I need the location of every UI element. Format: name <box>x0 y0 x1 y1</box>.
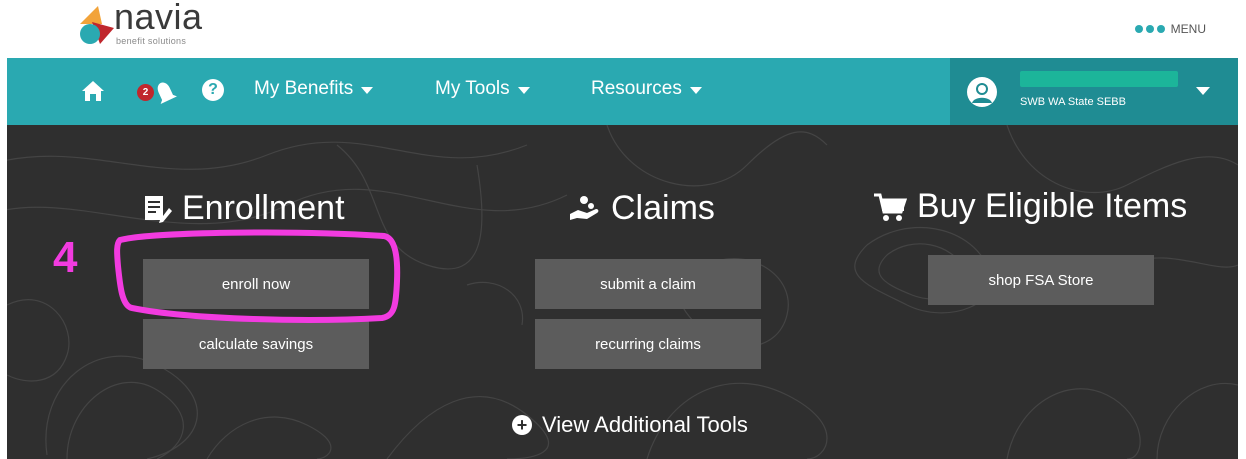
plus-circle-icon: + <box>512 415 532 435</box>
document-icon <box>145 195 172 223</box>
navia-logo-mark <box>80 6 114 44</box>
notifications-button[interactable]: 2 <box>137 80 185 104</box>
shop-fsa-store-button[interactable]: shop FSA Store <box>928 255 1154 305</box>
help-icon[interactable]: ? <box>202 79 224 101</box>
user-icon <box>967 77 997 107</box>
claims-title: Claims <box>611 189 715 227</box>
top-menu-button[interactable]: MENU <box>1134 22 1206 36</box>
nav-my-benefits-label: My Benefits <box>254 78 354 99</box>
top-bar: navia benefit solutions MENU <box>0 0 1246 58</box>
home-icon[interactable] <box>81 80 105 102</box>
navia-logo[interactable]: navia benefit solutions <box>78 0 248 52</box>
hand-coins-icon <box>570 195 599 220</box>
nav-my-tools[interactable]: My Tools <box>435 78 530 100</box>
buy-items-title: Buy Eligible Items <box>917 187 1188 225</box>
view-additional-tools-label: View Additional Tools <box>542 412 748 437</box>
menu-label: MENU <box>1170 22 1206 36</box>
chevron-down-icon <box>517 86 530 94</box>
account-menu[interactable]: SWB WA State SEBB <box>950 58 1238 125</box>
account-subtitle: SWB WA State SEBB <box>1020 96 1126 108</box>
enrollment-heading: Enrollment <box>142 189 345 228</box>
main-nav: 2 ? My Benefits My Tools Resources SWB W… <box>7 58 1238 125</box>
view-additional-tools-link[interactable]: + View Additional Tools <box>512 412 748 438</box>
nav-resources[interactable]: Resources <box>591 78 702 100</box>
claims-heading: Claims <box>569 189 715 228</box>
nav-resources-label: Resources <box>591 78 682 99</box>
enrollment-title: Enrollment <box>182 189 345 227</box>
logo-tagline: benefit solutions <box>116 36 187 46</box>
chevron-down-icon <box>1196 87 1210 95</box>
logo-wordmark: navia <box>114 0 203 37</box>
chevron-down-icon <box>689 86 702 94</box>
recurring-claims-button[interactable]: recurring claims <box>535 319 761 369</box>
submit-claim-button[interactable]: submit a claim <box>535 259 761 309</box>
nav-my-benefits[interactable]: My Benefits <box>254 78 374 100</box>
chevron-down-icon <box>361 86 374 94</box>
bell-icon <box>157 82 177 104</box>
nav-my-tools-label: My Tools <box>435 78 510 99</box>
buy-items-heading: Buy Eligible Items <box>873 187 1187 226</box>
dots-icon <box>1134 25 1165 33</box>
cart-icon <box>874 193 907 221</box>
annotation-step-number: 4 <box>53 233 78 282</box>
annotation-highlight-oval <box>114 229 401 323</box>
account-name-redacted <box>1020 71 1178 87</box>
calculate-savings-button[interactable]: calculate savings <box>143 319 369 369</box>
